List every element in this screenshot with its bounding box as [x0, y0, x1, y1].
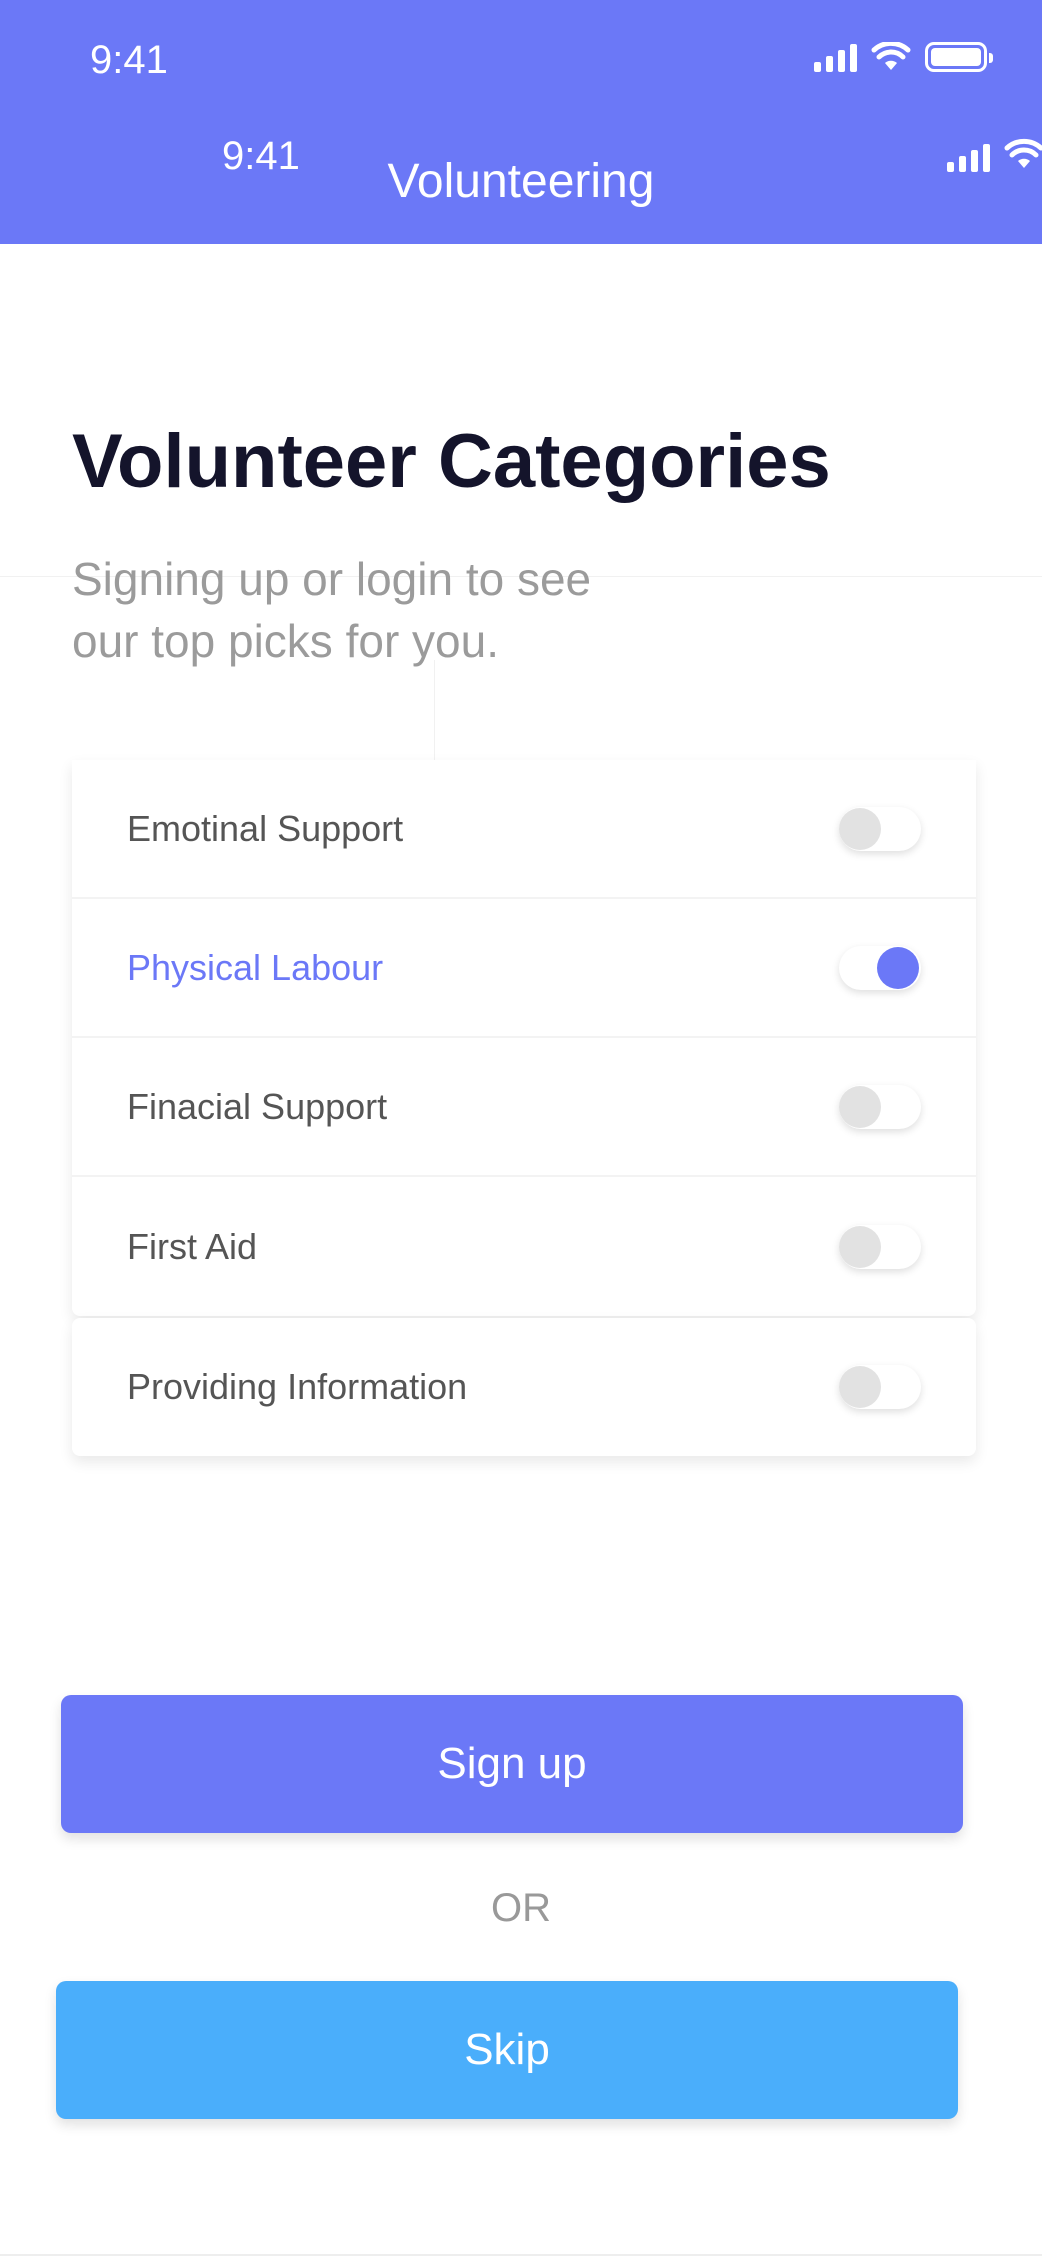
category-row-providing-information[interactable]: Providing Information: [72, 1318, 976, 1456]
toggle-knob: [839, 807, 881, 850]
category-label: Finacial Support: [127, 1085, 388, 1127]
category-list-extra: Providing Information: [72, 1318, 976, 1456]
toggle-knob: [839, 1085, 881, 1128]
page-title: Volunteer Categories: [72, 419, 831, 504]
financial-support-toggle[interactable]: [839, 1084, 921, 1129]
or-separator: OR: [491, 1886, 551, 1930]
category-row-physical-labour[interactable]: Physical Labour: [72, 899, 976, 1038]
subtitle-line: Signing up or login to see: [72, 553, 592, 605]
skip-button[interactable]: Skip: [56, 1981, 958, 2119]
subtitle-line: our top picks for you.: [72, 615, 499, 667]
divider: [434, 660, 435, 760]
category-label: Providing Information: [127, 1366, 468, 1407]
inner-wifi-icon: [1004, 138, 1042, 168]
app-title: Volunteering: [387, 155, 655, 208]
category-label: Physical Labour: [127, 946, 384, 988]
signal-icon: [814, 42, 857, 72]
toggle-knob: [839, 1225, 881, 1268]
toggle-knob: [839, 1366, 881, 1408]
category-list: Emotinal Support Physical Labour Finacia…: [72, 760, 976, 1316]
toggle-knob: [877, 946, 919, 989]
category-row-first-aid[interactable]: First Aid: [72, 1177, 976, 1316]
status-time: 9:41: [90, 38, 168, 82]
category-row-emotional-support[interactable]: Emotinal Support: [72, 760, 976, 899]
page-subtitle: Signing up or login to see our top picks…: [72, 548, 672, 672]
emotional-support-toggle[interactable]: [839, 806, 921, 851]
status-icons: [814, 42, 993, 72]
physical-labour-toggle[interactable]: [839, 945, 921, 990]
first-aid-toggle[interactable]: [839, 1224, 921, 1269]
wifi-icon: [871, 42, 911, 70]
category-label: Emotinal Support: [127, 807, 404, 849]
app-header: 9:41 9:41 Volunteering: [0, 0, 1042, 244]
signup-button[interactable]: Sign up: [61, 1695, 963, 1833]
category-label: First Aid: [127, 1225, 258, 1267]
inner-signal-icon: [947, 142, 990, 172]
battery-icon: [925, 42, 993, 72]
category-row-financial-support[interactable]: Finacial Support: [72, 1038, 976, 1177]
providing-information-toggle[interactable]: [839, 1365, 921, 1409]
